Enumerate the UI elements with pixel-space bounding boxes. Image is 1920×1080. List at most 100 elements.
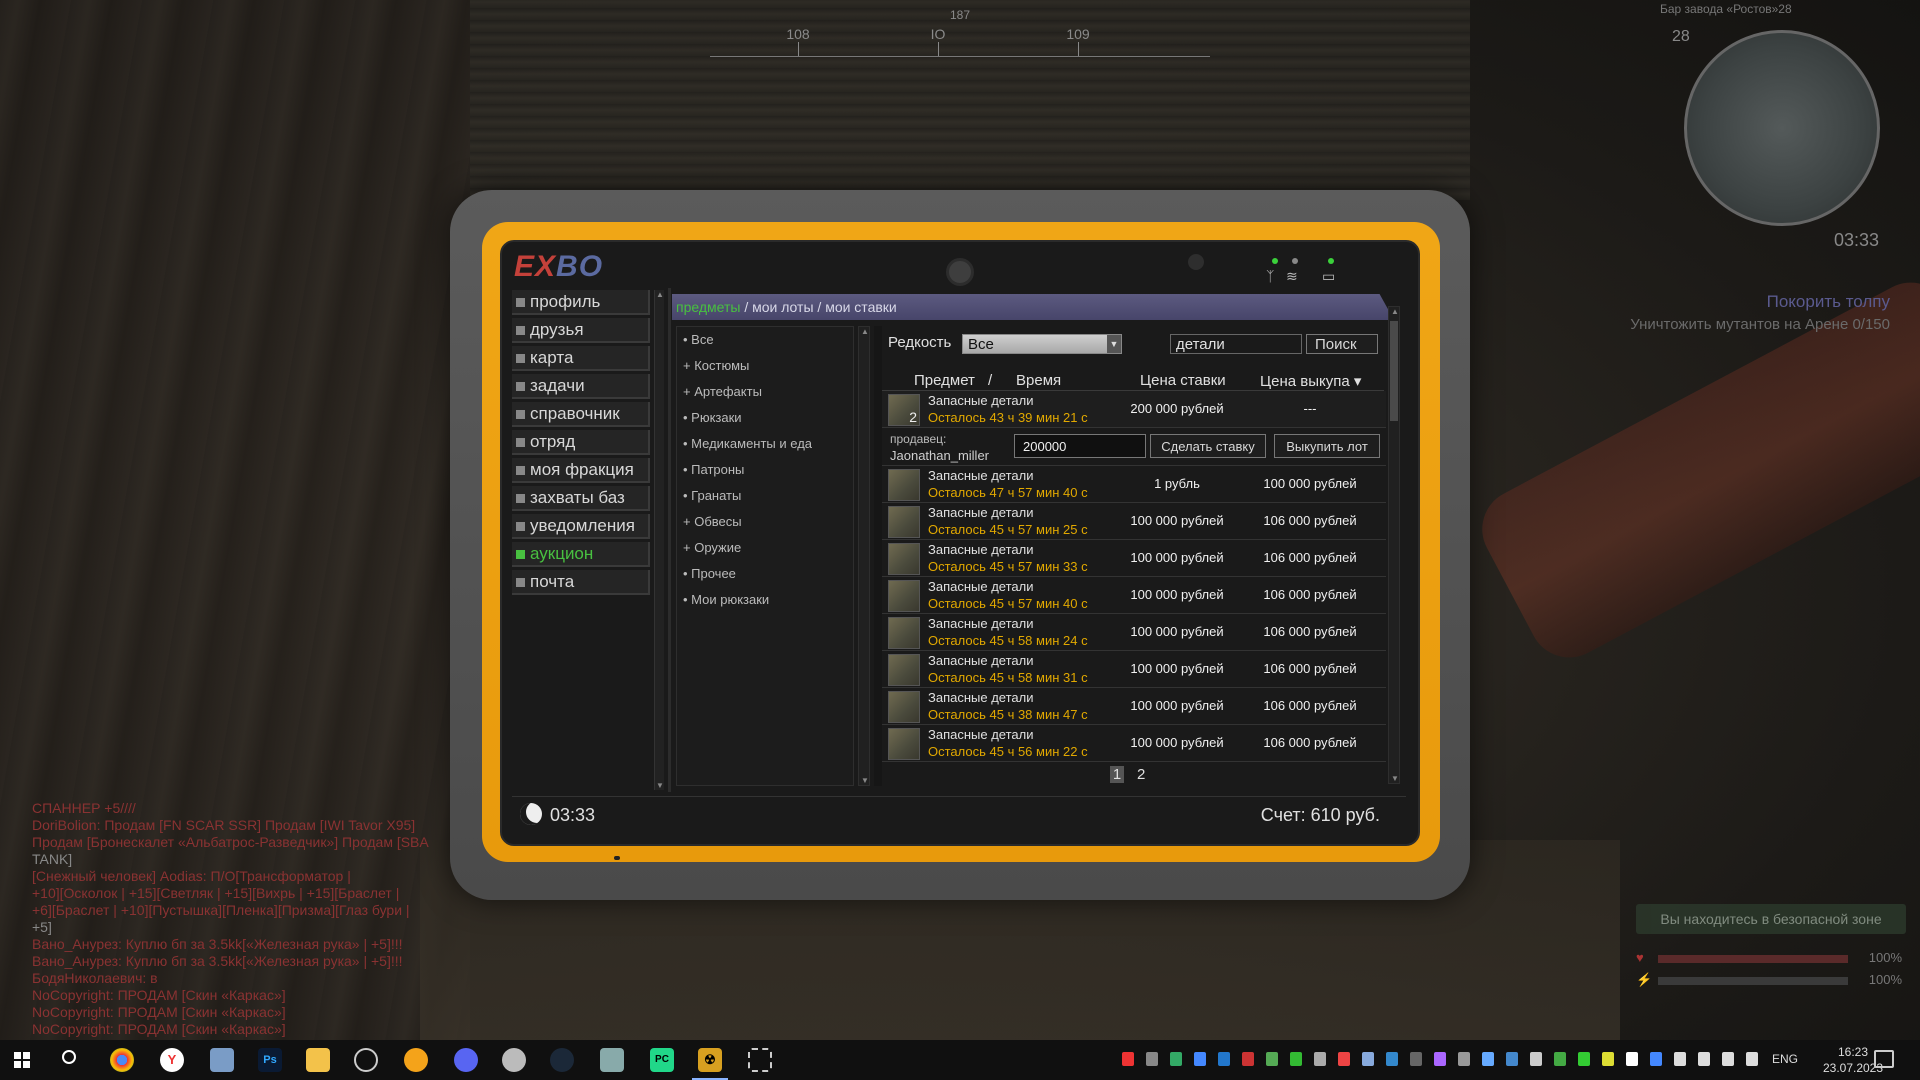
- explorer-icon[interactable]: [306, 1048, 330, 1072]
- page-2[interactable]: 2: [1134, 766, 1148, 783]
- volume-icon[interactable]: [1746, 1052, 1758, 1066]
- tab-items[interactable]: предметы: [676, 299, 740, 315]
- table-row[interactable]: Запасные детали Осталось 47 ч 57 мин 40 с…: [882, 466, 1386, 503]
- tray-icon[interactable]: [1530, 1052, 1542, 1066]
- snipping-tool-icon[interactable]: [748, 1048, 772, 1072]
- pycharm-icon[interactable]: PC: [650, 1048, 674, 1072]
- category-item[interactable]: • Все: [677, 327, 853, 353]
- place-bid-button[interactable]: Сделать ставку: [1150, 434, 1266, 458]
- nav-item[interactable]: моя фракция: [512, 458, 650, 483]
- discord-icon[interactable]: [454, 1048, 478, 1072]
- tray-icon[interactable]: [1242, 1052, 1254, 1066]
- notifications-icon[interactable]: [1874, 1050, 1894, 1068]
- table-row[interactable]: Запасные детали Осталось 45 ч 38 мин 47 с…: [882, 688, 1386, 725]
- tray-icon[interactable]: [1554, 1052, 1566, 1066]
- network-icon[interactable]: [1722, 1052, 1734, 1066]
- tray-icon[interactable]: [1314, 1052, 1326, 1066]
- tab-my-lots[interactable]: мои лоты: [752, 299, 813, 315]
- table-row[interactable]: Запасные детали Осталось 45 ч 57 мин 25 с…: [882, 503, 1386, 540]
- category-item[interactable]: + Оружие: [677, 535, 853, 561]
- tray-icon[interactable]: [1338, 1052, 1350, 1066]
- scroll-up-icon[interactable]: ▲: [1391, 307, 1399, 316]
- chevron-down-icon[interactable]: ▼: [1107, 335, 1121, 353]
- rarity-select[interactable]: Все ▼: [962, 334, 1122, 354]
- scroll-up-icon[interactable]: ▲: [656, 290, 664, 299]
- bluetooth-icon[interactable]: [1650, 1052, 1662, 1066]
- category-item[interactable]: • Прочее: [677, 561, 853, 587]
- chrome-icon[interactable]: [110, 1048, 134, 1072]
- obs-icon[interactable]: [354, 1048, 378, 1072]
- table-row[interactable]: Запасные детали Осталось 45 ч 56 мин 22 с…: [882, 725, 1386, 762]
- search-button[interactable]: Поиск: [1306, 334, 1378, 354]
- header-bid[interactable]: Цена ставки: [1140, 372, 1226, 389]
- tray-icon[interactable]: [1386, 1052, 1398, 1066]
- tray-icon[interactable]: [1434, 1052, 1446, 1066]
- notepad-icon[interactable]: [210, 1048, 234, 1072]
- buyout-button[interactable]: Выкупить лот: [1274, 434, 1380, 458]
- tray-icon[interactable]: [1218, 1052, 1230, 1066]
- table-row[interactable]: Запасные детали Осталось 45 ч 57 мин 33 с…: [882, 540, 1386, 577]
- table-row[interactable]: Запасные детали Осталось 45 ч 58 мин 24 с…: [882, 614, 1386, 651]
- bid-amount-input[interactable]: 200000: [1014, 434, 1146, 458]
- chat-app-icon[interactable]: [404, 1048, 428, 1072]
- scroll-down-icon[interactable]: ▼: [656, 781, 664, 790]
- nav-item[interactable]: отряд: [512, 430, 650, 455]
- category-item[interactable]: + Костюмы: [677, 353, 853, 379]
- nav-item[interactable]: уведомления: [512, 514, 650, 539]
- usb-icon[interactable]: [1674, 1052, 1686, 1066]
- scroll-thumb[interactable]: [1390, 321, 1398, 421]
- tab-my-bids[interactable]: мои ставки: [825, 299, 897, 315]
- tray-icon[interactable]: [1194, 1052, 1206, 1066]
- category-item[interactable]: + Обвесы: [677, 509, 853, 535]
- language-indicator[interactable]: ENG: [1772, 1052, 1798, 1066]
- header-buyout[interactable]: Цена выкупа ▾: [1260, 372, 1361, 390]
- table-row[interactable]: Запасные детали Осталось 45 ч 57 мин 40 с…: [882, 577, 1386, 614]
- steam-icon[interactable]: [550, 1048, 574, 1072]
- nav-item[interactable]: почта: [512, 570, 650, 595]
- tray-icon[interactable]: [1482, 1052, 1494, 1066]
- nav-item[interactable]: карта: [512, 346, 650, 371]
- tray-icon[interactable]: [1506, 1052, 1518, 1066]
- tray-icon[interactable]: [1266, 1052, 1278, 1066]
- tray-icon[interactable]: [1290, 1052, 1302, 1066]
- nav-item[interactable]: задачи: [512, 374, 650, 399]
- yandex-icon[interactable]: Y: [160, 1048, 184, 1072]
- category-item[interactable]: • Медикаменты и еда: [677, 431, 853, 457]
- page-1[interactable]: 1: [1110, 766, 1124, 783]
- table-scrollbar[interactable]: ▲ ▼: [1388, 306, 1400, 784]
- nav-item[interactable]: друзья: [512, 318, 650, 343]
- header-item[interactable]: Предмет: [914, 372, 975, 389]
- photoshop-icon[interactable]: Ps: [258, 1048, 282, 1072]
- nav-item[interactable]: профиль: [512, 290, 650, 315]
- category-item[interactable]: • Патроны: [677, 457, 853, 483]
- scroll-up-icon[interactable]: ▲: [861, 327, 869, 336]
- nav-item[interactable]: аукцион: [512, 542, 650, 567]
- search-input[interactable]: детали: [1170, 334, 1302, 354]
- category-item[interactable]: • Мои рюкзаки: [677, 587, 853, 613]
- category-item[interactable]: • Рюкзаки: [677, 405, 853, 431]
- tray-icon[interactable]: [1146, 1052, 1158, 1066]
- category-item[interactable]: + Артефакты: [677, 379, 853, 405]
- tray-icon[interactable]: [1602, 1052, 1614, 1066]
- category-scrollbar[interactable]: ▲ ▼: [858, 326, 870, 786]
- scroll-down-icon[interactable]: ▼: [861, 776, 869, 785]
- category-item[interactable]: • Гранаты: [677, 483, 853, 509]
- windows-start-icon[interactable]: [14, 1052, 30, 1068]
- app-icon[interactable]: [600, 1048, 624, 1072]
- tray-icon[interactable]: [1578, 1052, 1590, 1066]
- nav-scrollbar[interactable]: ▲ ▼: [654, 290, 664, 790]
- nav-item[interactable]: справочник: [512, 402, 650, 427]
- tray-icon[interactable]: [1458, 1052, 1470, 1066]
- tray-icon[interactable]: [1626, 1052, 1638, 1066]
- tray-icon[interactable]: [1170, 1052, 1182, 1066]
- shield-icon[interactable]: [502, 1048, 526, 1072]
- header-time[interactable]: Время: [1016, 372, 1061, 389]
- stalcraft-icon[interactable]: ☢: [698, 1048, 722, 1072]
- tray-icon[interactable]: [1122, 1052, 1134, 1066]
- tray-icon[interactable]: [1362, 1052, 1374, 1066]
- table-row-selected[interactable]: 2 Запасные детали Осталось 43 ч 39 мин 2…: [882, 391, 1386, 428]
- tray-icon[interactable]: [1410, 1052, 1422, 1066]
- table-row[interactable]: Запасные детали Осталось 45 ч 58 мин 31 с…: [882, 651, 1386, 688]
- scroll-down-icon[interactable]: ▼: [1391, 774, 1399, 783]
- microphone-icon[interactable]: [1698, 1052, 1710, 1066]
